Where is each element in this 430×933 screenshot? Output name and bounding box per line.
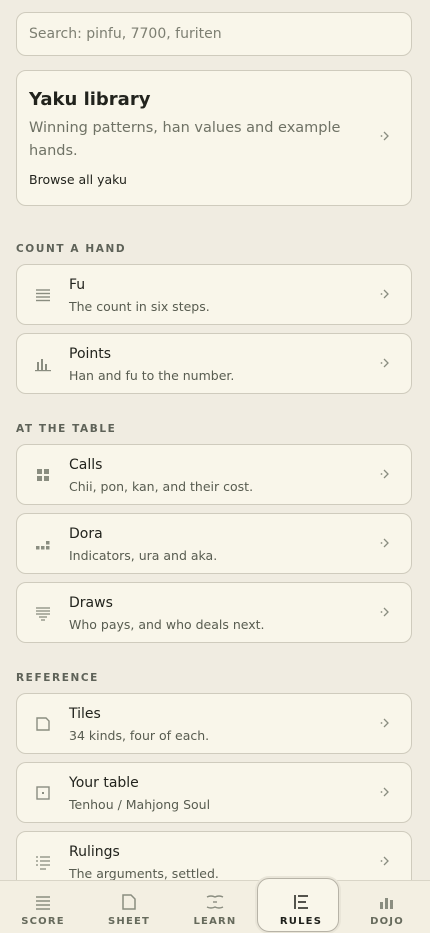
section-count-a-hand: COUNT A HAND xyxy=(16,243,127,255)
rules-item-points[interactable]: Points Han and fu to the number. xyxy=(16,333,412,394)
tab-learn[interactable]: LEARN xyxy=(172,881,258,933)
rules-item-fu[interactable]: Fu The count in six steps. xyxy=(16,264,412,325)
item-subtitle: The count in six steps. xyxy=(69,299,210,314)
chevron-right-icon xyxy=(379,287,393,301)
bar-chart-icon xyxy=(34,355,52,373)
list-icon xyxy=(34,604,52,622)
chevron-right-icon xyxy=(379,536,393,550)
chevron-right-icon xyxy=(379,785,393,799)
item-title: Points xyxy=(69,346,112,362)
tab-sheet[interactable]: SHEET xyxy=(86,881,172,933)
item-title: Calls xyxy=(69,457,103,473)
item-title: Tiles xyxy=(69,706,101,722)
yaku-library-card[interactable]: Yaku library Winning patterns, han value… xyxy=(16,70,412,206)
item-title: Fu xyxy=(69,277,86,293)
rules-item-your-table[interactable]: Your table Tenhou / Mahjong Soul xyxy=(16,762,412,823)
chevron-right-icon xyxy=(379,356,393,370)
rules-item-draws[interactable]: Draws Who pays, and who deals next. xyxy=(16,582,412,643)
item-title: Your table xyxy=(69,775,139,791)
card-title: Yaku library xyxy=(29,89,151,110)
grid-icon xyxy=(34,466,52,484)
rulings-icon xyxy=(34,853,52,871)
chevron-right-icon xyxy=(379,467,393,481)
item-subtitle: The arguments, settled. xyxy=(69,866,219,880)
item-subtitle: Han and fu to the number. xyxy=(69,368,235,383)
browse-yaku-link[interactable]: Browse all yaku xyxy=(29,171,363,189)
tab-score[interactable]: SCORE xyxy=(0,881,86,933)
section-at-the-table: AT THE TABLE xyxy=(16,423,117,435)
item-subtitle: Who pays, and who deals next. xyxy=(69,617,265,632)
lines-icon xyxy=(34,286,52,304)
search-input[interactable]: Search: pinfu, 7700, furiten xyxy=(16,12,412,56)
rules-item-calls[interactable]: Calls Chii, pon, kan, and their cost. xyxy=(16,444,412,505)
rules-content[interactable]: Search: pinfu, 7700, furiten Yaku librar… xyxy=(0,0,430,880)
bottom-tab-bar: SCORE SHEET LEARN RULES DOJO xyxy=(0,878,430,933)
item-title: Draws xyxy=(69,595,113,611)
item-subtitle: Indicators, ura and aka. xyxy=(69,548,218,563)
item-subtitle: 34 kinds, four of each. xyxy=(69,728,210,743)
tab-label: RULES xyxy=(279,916,323,927)
item-title: Rulings xyxy=(69,844,120,860)
tab-label: SCORE xyxy=(21,916,65,927)
rules-icon xyxy=(292,894,310,910)
item-subtitle: Chii, pon, kan, and their cost. xyxy=(69,479,254,494)
learn-icon xyxy=(206,894,224,910)
tile-icon xyxy=(34,715,52,733)
score-icon xyxy=(34,894,52,910)
item-subtitle: Tenhou / Mahjong Soul xyxy=(69,797,211,812)
tab-label: LEARN xyxy=(193,916,237,927)
card-description: Winning patterns, han values and example… xyxy=(29,120,341,159)
table-icon xyxy=(34,784,52,802)
sheet-icon xyxy=(120,894,138,910)
item-title: Dora xyxy=(69,526,103,542)
rules-item-rulings[interactable]: Rulings The arguments, settled. xyxy=(16,831,412,880)
chevron-right-icon xyxy=(379,854,393,868)
dojo-icon xyxy=(378,894,396,910)
rules-item-dora[interactable]: Dora Indicators, ura and aka. xyxy=(16,513,412,574)
search-placeholder: Search: pinfu, 7700, furiten xyxy=(29,26,222,42)
tab-dojo[interactable]: DOJO xyxy=(344,881,430,933)
chevron-right-icon xyxy=(379,129,393,143)
chevron-right-icon xyxy=(379,605,393,619)
tab-rules[interactable]: RULES xyxy=(257,878,344,933)
chevron-right-icon xyxy=(379,716,393,730)
rules-item-tiles[interactable]: Tiles 34 kinds, four of each. xyxy=(16,693,412,754)
section-reference: REFERENCE xyxy=(16,672,99,684)
tab-label: DOJO xyxy=(370,916,404,927)
steps-icon xyxy=(34,535,52,553)
tab-label: SHEET xyxy=(107,916,151,927)
